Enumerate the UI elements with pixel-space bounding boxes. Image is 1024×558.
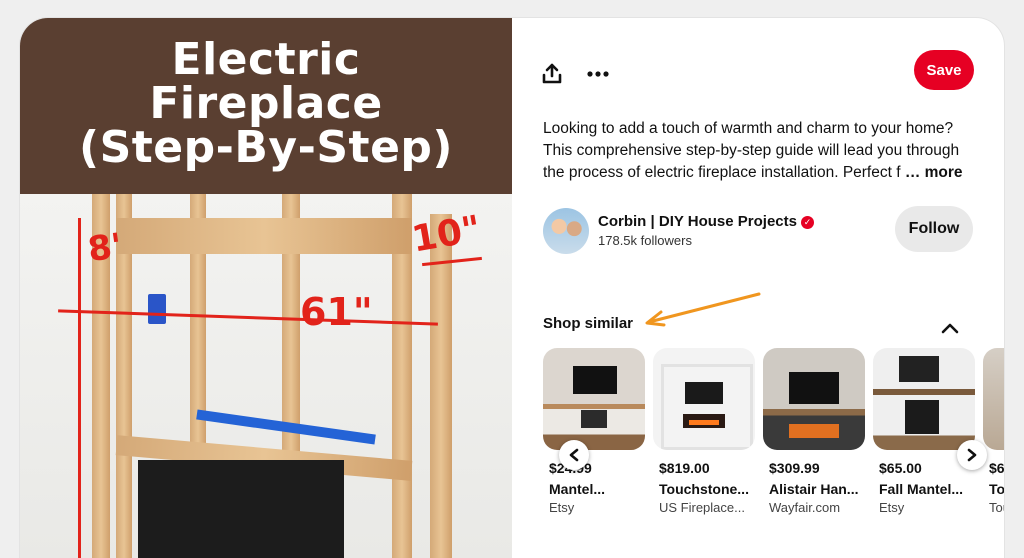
product-thumbnail <box>873 348 975 450</box>
pin-description: Looking to add a touch of warmth and cha… <box>543 118 983 184</box>
collapse-shop-button[interactable] <box>932 310 968 346</box>
product-name: Tou <box>989 481 1004 497</box>
product-name: Alistair Han... <box>769 481 859 497</box>
pin-card: Electric Fireplace (Step-By-Step) 8' 10"… <box>20 18 1004 558</box>
chevron-right-icon <box>967 448 977 462</box>
description-text: Looking to add a touch of warmth and cha… <box>543 120 960 181</box>
product-name: Touchstone... <box>659 481 749 497</box>
pin-title-line-1: Electric <box>171 34 361 85</box>
product-store: Wayfair.com <box>769 500 841 515</box>
more-options-button[interactable] <box>580 56 616 92</box>
product-price: $819.00 <box>659 460 710 476</box>
product-price: $309.99 <box>769 460 820 476</box>
product-thumbnail <box>543 348 645 450</box>
share-icon <box>542 63 562 84</box>
pin-title-band: Electric Fireplace (Step-By-Step) <box>20 18 512 194</box>
pin-details-panel: Save Looking to add a touch of warmth an… <box>512 18 1004 558</box>
product-price: $24.99 <box>543 460 645 476</box>
pin-title-line-3: (Step-By-Step) <box>78 122 454 173</box>
dimension-label-height: 8' <box>85 225 125 271</box>
chevron-left-icon <box>569 448 579 462</box>
product-store: Etsy <box>879 500 905 515</box>
product-price: $6 <box>989 460 1004 476</box>
follow-button[interactable]: Follow <box>895 206 973 252</box>
more-icon <box>587 71 609 77</box>
pin-image[interactable]: Electric Fireplace (Step-By-Step) 8' 10"… <box>20 18 512 558</box>
product-card[interactable]: $24.99 Mantel... Etsy <box>543 348 645 548</box>
avatar[interactable] <box>543 208 589 254</box>
creator-name-row[interactable]: Corbin | DIY House Projects ✓ <box>598 213 814 230</box>
creator-name[interactable]: Corbin | DIY House Projects <box>598 213 797 230</box>
wall-outlet <box>148 294 166 324</box>
product-card[interactable]: $819.00 Touchstone... US Fireplace... <box>653 348 755 548</box>
product-store: US Fireplace... <box>659 500 745 515</box>
product-name: Mantel... <box>549 481 606 497</box>
product-store: Etsy <box>549 500 575 515</box>
share-button[interactable] <box>534 56 570 92</box>
more-link[interactable]: … more <box>905 164 963 181</box>
product-thumbnail <box>763 348 865 450</box>
carousel-prev-button[interactable] <box>559 440 589 470</box>
annotation-arrow-icon <box>645 292 761 327</box>
shop-similar-heading: Shop similar <box>543 315 634 332</box>
verified-icon: ✓ <box>800 216 814 229</box>
dimension-line-vertical <box>78 218 81 558</box>
follower-count: 178.5k followers <box>598 233 692 248</box>
fireplace-insert <box>138 460 344 558</box>
product-name: Fall Mantel... <box>879 481 964 497</box>
save-button[interactable]: Save <box>914 50 974 90</box>
chevron-up-icon <box>941 323 959 334</box>
dimension-label-width: 61" <box>300 290 373 334</box>
stud <box>430 214 452 558</box>
product-thumbnail <box>983 348 1004 450</box>
carousel-next-button[interactable] <box>957 440 987 470</box>
header-board <box>116 218 412 254</box>
product-store: Tou <box>989 500 1004 515</box>
product-carousel[interactable]: $24.99 Mantel... Etsy $819.00 Touchstone… <box>543 348 1004 558</box>
product-card[interactable]: $6 Tou Tou <box>983 348 1004 548</box>
pin-title-line-2: Fireplace <box>149 78 383 129</box>
product-thumbnail <box>653 348 755 450</box>
product-card[interactable]: $309.99 Alistair Han... Wayfair.com <box>763 348 865 548</box>
